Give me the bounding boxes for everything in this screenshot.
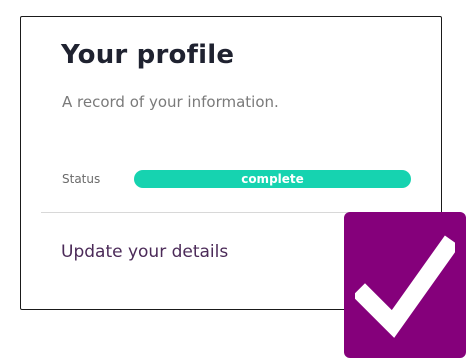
checkmark-icon <box>355 235 455 338</box>
update-details-link[interactable]: Update your details <box>61 242 228 262</box>
subtitle: A record of your information. <box>62 93 279 111</box>
status-label: Status <box>62 172 101 186</box>
page-title: Your profile <box>61 40 235 70</box>
status-value: complete <box>241 172 304 186</box>
checkmark-badge <box>344 212 466 358</box>
status-badge: complete <box>134 170 411 188</box>
